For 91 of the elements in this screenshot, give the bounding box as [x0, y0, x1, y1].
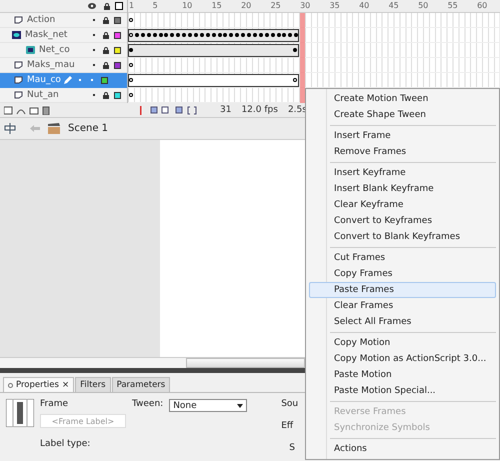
field-label: Eff	[281, 421, 294, 431]
caret-icon	[237, 404, 244, 408]
menu-item[interactable]: Insert Blank Keyframe	[309, 181, 496, 197]
frame-number: 60	[477, 1, 488, 10]
layer-name: Nut_an	[27, 90, 60, 100]
lock-icon[interactable]	[103, 92, 109, 98]
current-frame: 31	[220, 105, 232, 115]
keyframe-icon	[293, 78, 298, 82]
menu-item[interactable]: Copy Motion	[309, 335, 496, 351]
frame-number: 1	[129, 1, 134, 10]
frame-span[interactable]	[128, 44, 300, 57]
field-label: Sou	[281, 399, 298, 409]
menu-item[interactable]: Paste Motion Special...	[309, 383, 496, 399]
lock-icon[interactable]	[103, 62, 109, 68]
frame-rate: 12.0 fps	[241, 105, 278, 115]
layer-color-swatch[interactable]	[114, 16, 121, 24]
layer-color-swatch[interactable]	[114, 92, 121, 98]
tab-label: Filters	[80, 380, 106, 390]
layer-row[interactable]: Mask_net	[0, 28, 127, 43]
keyframe-icon	[129, 78, 133, 82]
frame-number: 25	[270, 1, 281, 10]
tab-label: Properties	[16, 380, 59, 390]
frame-icon	[6, 399, 34, 427]
layer-name: Maks_mau	[27, 60, 76, 70]
scene-name[interactable]: Scene 1	[68, 123, 108, 134]
lock-icon[interactable]	[103, 32, 109, 38]
frame-number: 30	[300, 1, 310, 10]
layer-name: Mask_net	[25, 30, 68, 40]
layer-color-swatch[interactable]	[114, 62, 121, 68]
layer-icon	[14, 16, 23, 24]
frame-number: 50	[418, 1, 428, 10]
frame-number: 5	[152, 1, 158, 10]
layer-name: Action	[27, 15, 56, 25]
menu-item[interactable]: Convert to Blank Keyframes	[309, 229, 496, 245]
tween-dropdown[interactable]: None	[169, 399, 248, 412]
timeline-toggle-icon[interactable]	[4, 123, 16, 134]
frame-title: Frame	[40, 399, 70, 409]
menu-item[interactable]: Select All Frames	[309, 314, 496, 330]
menu-item[interactable]: Create Shape Tween	[309, 107, 496, 123]
menu-item[interactable]: Paste Motion	[309, 367, 496, 383]
menu-item[interactable]: Remove Frames	[309, 144, 496, 160]
menu-item[interactable]: Insert Keyframe	[309, 165, 496, 181]
lock-icon[interactable]	[104, 2, 110, 10]
panel-tab[interactable]: Filters	[75, 377, 111, 392]
keyframe-icon	[129, 48, 133, 52]
menu-item[interactable]: Cut Frames	[309, 250, 496, 266]
frame-label-field[interactable]: <Frame Label>	[40, 414, 126, 428]
layer-name: Net_co	[39, 45, 71, 55]
frame-number: 15	[212, 1, 222, 10]
close-button[interactable]: ×	[62, 380, 70, 390]
menu-item[interactable]: Clear Frames	[309, 298, 496, 314]
menu-item[interactable]: Convert to Keyframes	[309, 213, 496, 229]
mask-layer-icon	[12, 31, 21, 39]
menu-item[interactable]: Create Motion Tween	[309, 91, 496, 107]
layer-color-swatch[interactable]	[101, 76, 108, 84]
frame-number: 55	[448, 1, 458, 10]
frame-number: 35	[330, 1, 340, 10]
layer-color-swatch[interactable]	[114, 32, 121, 38]
menu-item[interactable]: Paste Frames	[309, 282, 496, 298]
layer-row[interactable]: Net_co	[0, 43, 127, 58]
layer-name: Mau_co	[27, 75, 62, 85]
lock-icon[interactable]	[103, 46, 109, 54]
layer-color-swatch[interactable]	[114, 46, 121, 54]
frame-number: 40	[359, 1, 370, 10]
menu-item[interactable]: Copy Frames	[309, 266, 496, 282]
frame-span[interactable]	[128, 29, 300, 42]
layer-row[interactable]: Action	[0, 13, 127, 28]
frame-span[interactable]	[128, 74, 300, 87]
layer-tools-icon[interactable]	[4, 106, 52, 114]
panel-tab[interactable]: Properties ×	[3, 377, 74, 392]
eye-icon[interactable]	[88, 3, 96, 9]
keyframe-icon	[293, 48, 298, 52]
tween-label: Tween:	[132, 399, 164, 411]
menu-item[interactable]: Actions	[309, 441, 496, 457]
frame-number: 20	[241, 1, 252, 10]
pencil-icon	[63, 76, 72, 84]
panel-icon	[8, 382, 13, 388]
panel-tab[interactable]: Parameters	[112, 377, 170, 392]
tab-label: Parameters	[116, 380, 166, 390]
frame-number: 45	[388, 1, 399, 10]
menu-item[interactable]: Clear Keyframe	[309, 197, 496, 213]
frame-number: 10	[182, 1, 192, 10]
masked-layer-icon	[26, 46, 35, 54]
menu-item[interactable]: Copy Motion as ActionScript 3.0...	[309, 351, 496, 367]
clapperboard-icon	[48, 123, 60, 134]
menu-item[interactable]: Insert Frame	[309, 128, 496, 144]
lock-icon[interactable]	[103, 16, 109, 24]
field-label: S	[289, 443, 296, 453]
outline-icon[interactable]	[115, 2, 123, 10]
scrollbar-thumb[interactable]	[186, 358, 305, 368]
label-type-label: Label type:	[40, 439, 92, 449]
